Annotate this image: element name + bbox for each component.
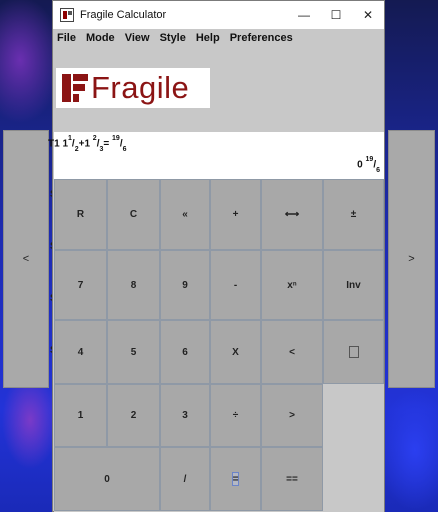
key-swap[interactable]: ⟷ [261, 179, 323, 250]
calculator-display: T1 11/2+1 2/3= 19/6 0 19/6 [48, 132, 384, 179]
left-arrow-label: < [22, 253, 30, 265]
key-negate[interactable]: ± [323, 179, 384, 250]
key-power[interactable]: xⁿ [261, 250, 323, 320]
key-multiply[interactable]: X [210, 320, 261, 384]
key-label: 3 [182, 410, 188, 421]
key-3[interactable]: 3 [160, 384, 210, 447]
calculator-window: Fragile Calculator — ☐ ✕ File Mode View … [48, 0, 385, 512]
right-arrow-label: > [408, 253, 415, 265]
key-9[interactable]: 9 [160, 250, 210, 320]
title-bar[interactable]: Fragile Calculator — ☐ ✕ [53, 1, 384, 29]
key-label: ÷ [232, 410, 239, 421]
previous-panel-button[interactable]: < S S S S [3, 130, 57, 388]
minimize-button[interactable]: — [288, 1, 320, 29]
menu-help[interactable]: Help [196, 32, 220, 44]
key-label: xⁿ [287, 279, 297, 291]
key-box[interactable] [323, 320, 384, 384]
menu-bar: File Mode View Style Help Preferences [53, 29, 384, 46]
key-label: 9 [182, 279, 188, 291]
key-label: = [232, 472, 239, 486]
key-label: - [233, 279, 238, 291]
key-label: 5 [130, 346, 137, 358]
key-r[interactable]: R [54, 179, 107, 250]
key-8[interactable]: 8 [107, 250, 160, 320]
key-label: == [286, 473, 298, 485]
next-panel-button[interactable]: > [388, 130, 435, 388]
menu-mode[interactable]: Mode [86, 32, 115, 44]
key-label: / [183, 473, 187, 485]
key-label: 0 [104, 473, 110, 485]
window-title: Fragile Calculator [80, 9, 167, 21]
key-label: C [129, 209, 138, 220]
key-inv[interactable]: Inv [323, 250, 384, 320]
key-2[interactable]: 2 [107, 384, 160, 447]
key-6[interactable]: 6 [160, 320, 210, 384]
menu-style[interactable]: Style [160, 32, 186, 44]
key-label: 7 [77, 279, 84, 291]
key-label: < [289, 346, 295, 358]
box-icon [348, 346, 359, 358]
logo-mark-icon [62, 74, 88, 102]
key-0[interactable]: 0 [54, 447, 160, 511]
keypad: R C «+ ⟷ ±7 8 9- xⁿ Inv 4 5 6 X <1 2 3 ÷ >0/= == [54, 179, 384, 512]
key-label: 2 [130, 410, 137, 421]
logo-area: Fragile [53, 46, 384, 132]
key-equals[interactable]: = [210, 447, 261, 511]
key-greater[interactable]: > [261, 384, 323, 447]
maximize-button[interactable]: ☐ [320, 1, 352, 29]
menu-view[interactable]: View [125, 32, 150, 44]
key-c[interactable]: C [107, 179, 160, 250]
key-minus[interactable]: - [210, 250, 261, 320]
key-label: 6 [182, 346, 188, 358]
key-label: 4 [77, 346, 84, 358]
key-label: 8 [130, 279, 137, 291]
key-label: « [182, 209, 188, 220]
key-label: ± [350, 209, 357, 220]
key-label: R [76, 209, 85, 220]
menu-file[interactable]: File [57, 32, 76, 44]
key-1[interactable]: 1 [54, 384, 107, 447]
key-less[interactable]: < [261, 320, 323, 384]
key-plus[interactable]: + [210, 179, 261, 250]
app-icon [60, 8, 74, 22]
logo-text: Fragile [91, 70, 190, 105]
key-label: X [232, 346, 239, 358]
key-label: ⟷ [284, 209, 300, 220]
key-label: + [232, 209, 239, 220]
key-divide[interactable]: ÷ [210, 384, 261, 447]
fragile-logo: Fragile [56, 68, 210, 108]
key-5[interactable]: 5 [107, 320, 160, 384]
key-label: > [289, 410, 295, 421]
menu-preferences[interactable]: Preferences [230, 32, 293, 44]
key-4[interactable]: 4 [54, 320, 107, 384]
result-line: 0 19/6 [357, 156, 380, 175]
close-button[interactable]: ✕ [352, 1, 384, 29]
expression-line: T1 11/2+1 2/3= 19/6 [48, 135, 127, 154]
key-label: Inv [346, 279, 361, 291]
key-7[interactable]: 7 [54, 250, 107, 320]
key-backspace[interactable]: « [160, 179, 210, 250]
key-label: 1 [77, 410, 84, 421]
key-fraction[interactable]: / [160, 447, 210, 511]
key-double-equals[interactable]: == [261, 447, 323, 511]
